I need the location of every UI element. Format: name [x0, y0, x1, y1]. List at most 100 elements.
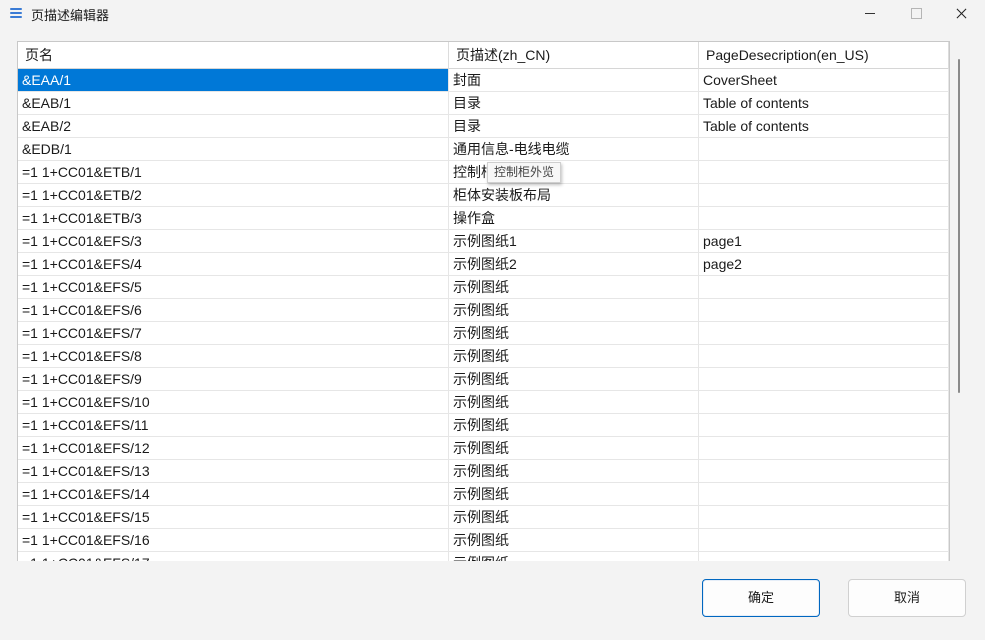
zh-description-cell[interactable]: 目录: [449, 92, 699, 114]
zh-description-cell[interactable]: 柜体安装板布局: [449, 184, 699, 206]
column-header-zh-description[interactable]: 页描述(zh_CN): [449, 42, 699, 69]
page-name-cell[interactable]: =1 1+CC01&EFS/15: [18, 506, 449, 528]
page-name-cell[interactable]: =1 1+CC01&EFS/3: [18, 230, 449, 252]
table-row[interactable]: =1 1+CC01&EFS/7 示例图纸: [18, 322, 949, 345]
table-row[interactable]: =1 1+CC01&EFS/9 示例图纸: [18, 368, 949, 391]
zh-description-cell[interactable]: 示例图纸: [449, 437, 699, 459]
zh-description-cell[interactable]: 目录: [449, 115, 699, 137]
en-description-cell[interactable]: Table of contents: [699, 115, 949, 137]
title-bar: 页描述编辑器: [0, 0, 985, 28]
cancel-button[interactable]: 取消: [848, 579, 966, 617]
zh-description-cell[interactable]: 示例图纸: [449, 414, 699, 436]
zh-description-cell[interactable]: 封面: [449, 69, 699, 91]
table-row[interactable]: =1 1+CC01&ETB/2 柜体安装板布局: [18, 184, 949, 207]
page-name-cell[interactable]: =1 1+CC01&EFS/11: [18, 414, 449, 436]
en-description-cell[interactable]: page1: [699, 230, 949, 252]
page-name-cell[interactable]: =1 1+CC01&EFS/6: [18, 299, 449, 321]
page-name-cell[interactable]: &EDB/1: [18, 138, 449, 160]
table-row[interactable]: =1 1+CC01&EFS/6 示例图纸: [18, 299, 949, 322]
table-row[interactable]: =1 1+CC01&EFS/5 示例图纸: [18, 276, 949, 299]
en-description-cell[interactable]: [699, 138, 949, 160]
en-description-cell[interactable]: [699, 391, 949, 413]
table-row[interactable]: =1 1+CC01&EFS/14 示例图纸: [18, 483, 949, 506]
zh-description-cell[interactable]: 通用信息-电线电缆: [449, 138, 699, 160]
zh-description-cell[interactable]: 示例图纸: [449, 345, 699, 367]
zh-description-cell[interactable]: 示例图纸2: [449, 253, 699, 275]
zh-description-cell[interactable]: 示例图纸: [449, 483, 699, 505]
table-row[interactable]: =1 1+CC01&EFS/16 示例图纸: [18, 529, 949, 552]
table-row[interactable]: =1 1+CC01&EFS/15 示例图纸: [18, 506, 949, 529]
table-row[interactable]: &EAB/2 目录 Table of contents: [18, 115, 949, 138]
table-row[interactable]: &EAA/1 封面 CoverSheet: [18, 69, 949, 92]
zh-description-cell[interactable]: 示例图纸: [449, 529, 699, 551]
page-name-cell[interactable]: &EAB/2: [18, 115, 449, 137]
zh-description-cell[interactable]: 示例图纸: [449, 276, 699, 298]
zh-description-cell[interactable]: 示例图纸: [449, 506, 699, 528]
zh-description-cell[interactable]: 示例图纸: [449, 322, 699, 344]
table-row[interactable]: &EAB/1 目录 Table of contents: [18, 92, 949, 115]
en-description-cell[interactable]: [699, 368, 949, 390]
en-description-cell[interactable]: page2: [699, 253, 949, 275]
en-description-cell[interactable]: [699, 161, 949, 183]
en-description-cell[interactable]: [699, 483, 949, 505]
table-body: &EAA/1 封面 CoverSheet &EAB/1 目录 Table of conte…: [18, 69, 949, 561]
page-name-cell[interactable]: =1 1+CC01&EFS/4: [18, 253, 449, 275]
zh-description-cell[interactable]: 示例图纸: [449, 552, 699, 561]
page-description-table[interactable]: 页名 页描述(zh_CN) PageDesecription(en_US) &E…: [17, 41, 950, 561]
en-description-cell[interactable]: [699, 345, 949, 367]
page-name-cell[interactable]: =1 1+CC01&ETB/2: [18, 184, 449, 206]
ok-button[interactable]: 确定: [702, 579, 820, 617]
page-name-cell[interactable]: =1 1+CC01&ETB/3: [18, 207, 449, 229]
table-row[interactable]: =1 1+CC01&ETB/3 操作盒: [18, 207, 949, 230]
table-row[interactable]: =1 1+CC01&EFS/11 示例图纸: [18, 414, 949, 437]
minimize-icon[interactable]: [847, 0, 893, 28]
en-description-cell[interactable]: [699, 299, 949, 321]
page-name-cell[interactable]: =1 1+CC01&EFS/10: [18, 391, 449, 413]
table-row[interactable]: =1 1+CC01&EFS/3 示例图纸1 page1: [18, 230, 949, 253]
en-description-cell[interactable]: CoverSheet: [699, 69, 949, 91]
table-row[interactable]: =1 1+CC01&EFS/17示例图纸: [18, 552, 949, 561]
page-name-cell[interactable]: =1 1+CC01&ETB/1: [18, 161, 449, 183]
column-header-en-description[interactable]: PageDesecription(en_US): [699, 42, 949, 69]
close-icon[interactable]: [939, 0, 985, 28]
en-description-cell[interactable]: [699, 460, 949, 482]
page-name-cell[interactable]: &EAA/1: [18, 69, 449, 91]
en-description-cell[interactable]: [699, 529, 949, 551]
table-row[interactable]: =1 1+CC01&EFS/8 示例图纸: [18, 345, 949, 368]
page-name-cell[interactable]: =1 1+CC01&EFS/14: [18, 483, 449, 505]
table-row[interactable]: =1 1+CC01&EFS/4 示例图纸2 page2: [18, 253, 949, 276]
table-row[interactable]: =1 1+CC01&EFS/13 示例图纸: [18, 460, 949, 483]
en-description-cell[interactable]: Table of contents: [699, 92, 949, 114]
column-header-page-name[interactable]: 页名: [18, 42, 449, 69]
page-name-cell[interactable]: =1 1+CC01&EFS/17: [18, 552, 449, 561]
en-description-cell[interactable]: [699, 414, 949, 436]
en-description-cell[interactable]: [699, 276, 949, 298]
zh-description-cell[interactable]: 示例图纸: [449, 391, 699, 413]
zh-description-cell[interactable]: 操作盒: [449, 207, 699, 229]
table-row[interactable]: =1 1+CC01&EFS/12 示例图纸: [18, 437, 949, 460]
page-name-cell[interactable]: &EAB/1: [18, 92, 449, 114]
page-name-cell[interactable]: =1 1+CC01&EFS/16: [18, 529, 449, 551]
scroll-thumb[interactable]: [958, 59, 960, 393]
zh-description-cell[interactable]: 示例图纸1: [449, 230, 699, 252]
vertical-scrollbar[interactable]: [955, 41, 965, 561]
page-name-cell[interactable]: =1 1+CC01&EFS/7: [18, 322, 449, 344]
page-name-cell[interactable]: =1 1+CC01&EFS/8: [18, 345, 449, 367]
table-row[interactable]: =1 1+CC01&ETB/1 控制柜外览: [18, 161, 949, 184]
en-description-cell[interactable]: [699, 207, 949, 229]
en-description-cell[interactable]: [699, 322, 949, 344]
en-description-cell[interactable]: [699, 437, 949, 459]
zh-description-cell[interactable]: 示例图纸: [449, 368, 699, 390]
page-name-cell[interactable]: =1 1+CC01&EFS/5: [18, 276, 449, 298]
page-name-cell[interactable]: =1 1+CC01&EFS/13: [18, 460, 449, 482]
en-description-cell[interactable]: [699, 506, 949, 528]
table-row[interactable]: &EDB/1 通用信息-电线电缆: [18, 138, 949, 161]
page-name-cell[interactable]: =1 1+CC01&EFS/12: [18, 437, 449, 459]
menu-lines-icon[interactable]: [10, 8, 22, 19]
table-row[interactable]: =1 1+CC01&EFS/10 示例图纸: [18, 391, 949, 414]
page-name-cell[interactable]: =1 1+CC01&EFS/9: [18, 368, 449, 390]
en-description-cell[interactable]: [699, 184, 949, 206]
zh-description-cell[interactable]: 示例图纸: [449, 460, 699, 482]
en-description-cell[interactable]: [699, 552, 949, 561]
zh-description-cell[interactable]: 示例图纸: [449, 299, 699, 321]
